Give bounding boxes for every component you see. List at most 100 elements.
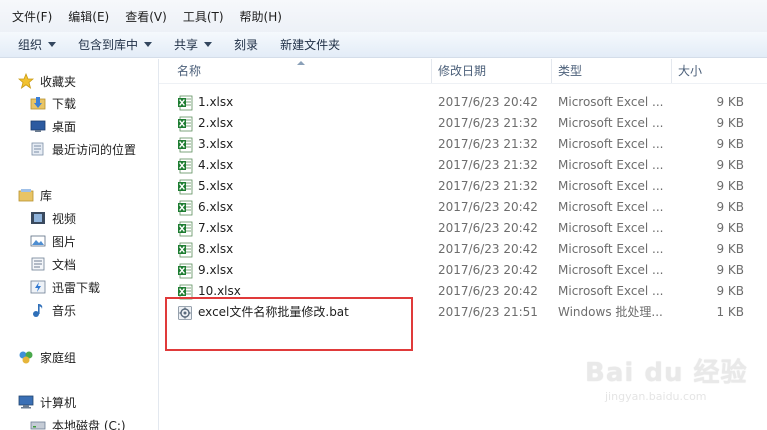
- file-row[interactable]: 7.xlsx 2017/6/23 20:42 Microsoft Excel ...…: [159, 218, 767, 239]
- video-icon: [31, 212, 45, 224]
- nav-local-disk[interactable]: 本地磁盘 (C:): [30, 415, 126, 430]
- file-row[interactable]: 5.xlsx 2017/6/23 21:32 Microsoft Excel ...…: [159, 176, 767, 197]
- documents-icon: [31, 257, 45, 271]
- nav-downloads-label: 下载: [52, 96, 77, 111]
- nav-pictures[interactable]: 图片: [30, 231, 76, 251]
- nav-computer-label: 计算机: [40, 395, 77, 410]
- excel-file-icon: [178, 242, 193, 257]
- menu-tools[interactable]: 工具(T): [175, 8, 232, 25]
- file-name-label: 7.xlsx: [198, 221, 234, 235]
- file-name-label: 3.xlsx: [198, 137, 234, 151]
- file-size-cell: 9 KB: [716, 221, 744, 235]
- new-folder-button[interactable]: 新建文件夹: [272, 36, 348, 53]
- column-header-name[interactable]: 名称: [171, 59, 432, 83]
- file-size-cell: 9 KB: [716, 179, 744, 193]
- column-header-date[interactable]: 修改日期: [432, 59, 552, 83]
- file-type-cell: Windows 批处理...: [558, 305, 663, 319]
- file-name-cell: 9.xlsx: [177, 260, 417, 281]
- file-type-cell: Microsoft Excel ...: [558, 116, 664, 130]
- file-date-cell: 2017/6/23 20:42: [438, 200, 538, 214]
- file-row[interactable]: 1.xlsx 2017/6/23 20:42 Microsoft Excel ...…: [159, 92, 767, 113]
- menu-file[interactable]: 文件(F): [4, 8, 60, 25]
- watermark: Bai du 经验 jingyan.baidu.com: [585, 340, 755, 410]
- file-name-cell: 4.xlsx: [177, 155, 417, 176]
- nav-desktop[interactable]: 桌面: [30, 116, 76, 136]
- nav-favorites-label: 收藏夹: [40, 74, 77, 89]
- nav-pictures-label: 图片: [52, 234, 77, 249]
- file-type-cell: Microsoft Excel ...: [558, 158, 664, 172]
- file-name-label: 1.xlsx: [198, 95, 234, 109]
- file-type-cell: Microsoft Excel ...: [558, 221, 664, 235]
- nav-videos-label: 视频: [52, 211, 77, 226]
- nav-recent[interactable]: 最近访问的位置: [30, 139, 136, 159]
- file-size-cell: 9 KB: [716, 116, 744, 130]
- file-size-cell: 1 KB: [716, 305, 744, 319]
- nav-thunder-downloads[interactable]: 迅雷下载: [30, 277, 100, 297]
- nav-libraries[interactable]: 库: [18, 185, 52, 205]
- organize-button[interactable]: 组织: [10, 36, 64, 53]
- highlight-box: [165, 297, 413, 351]
- file-size-cell: 9 KB: [716, 284, 744, 298]
- nav-homegroup[interactable]: 家庭组: [18, 347, 76, 367]
- share-button[interactable]: 共享: [166, 36, 220, 53]
- include-library-button[interactable]: 包含到库中: [70, 36, 160, 53]
- file-type-cell: Microsoft Excel ...: [558, 95, 664, 109]
- library-icon: [18, 189, 34, 202]
- downloads-folder-icon: [30, 97, 46, 110]
- column-header-size[interactable]: 大小: [672, 59, 752, 83]
- file-size-cell: 9 KB: [716, 263, 744, 277]
- file-type-cell: Microsoft Excel ...: [558, 179, 664, 193]
- nav-music[interactable]: 音乐: [30, 300, 76, 320]
- excel-file-icon: [178, 179, 193, 194]
- new-folder-label: 新建文件夹: [280, 38, 341, 52]
- recent-places-icon: [31, 142, 44, 156]
- file-row[interactable]: 3.xlsx 2017/6/23 21:32 Microsoft Excel ...…: [159, 134, 767, 155]
- file-name-label: 5.xlsx: [198, 179, 234, 193]
- nav-videos[interactable]: 视频: [30, 208, 76, 228]
- file-date-cell: 2017/6/23 21:32: [438, 179, 538, 193]
- file-row[interactable]: 6.xlsx 2017/6/23 20:42 Microsoft Excel ...…: [159, 197, 767, 218]
- menu-edit[interactable]: 编辑(E): [60, 8, 117, 25]
- include-library-label: 包含到库中: [78, 38, 139, 52]
- hard-drive-icon: [30, 421, 46, 430]
- file-name-cell: 1.xlsx: [177, 92, 417, 113]
- file-date-cell: 2017/6/23 21:32: [438, 137, 538, 151]
- excel-file-icon: [178, 263, 193, 278]
- file-row[interactable]: 8.xlsx 2017/6/23 20:42 Microsoft Excel ...…: [159, 239, 767, 260]
- nav-downloads[interactable]: 下载: [30, 93, 76, 113]
- file-size-cell: 9 KB: [716, 137, 744, 151]
- file-date-cell: 2017/6/23 20:42: [438, 263, 538, 277]
- column-header-type[interactable]: 类型: [552, 59, 672, 83]
- file-row[interactable]: 4.xlsx 2017/6/23 21:32 Microsoft Excel ...…: [159, 155, 767, 176]
- nav-documents[interactable]: 文档: [30, 254, 76, 274]
- excel-file-icon: [178, 158, 193, 173]
- file-date-cell: 2017/6/23 21:32: [438, 116, 538, 130]
- thunder-folder-icon: [30, 280, 46, 294]
- chevron-down-icon: [144, 42, 153, 47]
- burn-button[interactable]: 刻录: [226, 36, 266, 53]
- nav-favorites[interactable]: 收藏夹: [18, 71, 76, 91]
- homegroup-icon: [19, 351, 33, 364]
- computer-icon: [18, 395, 34, 409]
- file-size-cell: 9 KB: [716, 200, 744, 214]
- menu-help[interactable]: 帮助(H): [232, 8, 290, 25]
- pictures-icon: [30, 235, 46, 247]
- nav-homegroup-label: 家庭组: [40, 350, 77, 365]
- nav-desktop-label: 桌面: [52, 119, 77, 134]
- nav-music-label: 音乐: [52, 303, 77, 318]
- file-name-cell: 5.xlsx: [177, 176, 417, 197]
- excel-file-icon: [178, 95, 193, 110]
- excel-file-icon: [178, 221, 193, 236]
- excel-file-icon: [178, 137, 193, 152]
- file-row[interactable]: 9.xlsx 2017/6/23 20:42 Microsoft Excel ...…: [159, 260, 767, 281]
- file-name-cell: 7.xlsx: [177, 218, 417, 239]
- menu-view[interactable]: 查看(V): [117, 8, 175, 25]
- navigation-pane: 收藏夹 下载 桌面 最近访问的位置 库 视频 图片 文档 迅雷下载 音乐 家庭组: [0, 59, 159, 430]
- nav-computer[interactable]: 计算机: [18, 392, 76, 412]
- chevron-down-icon: [204, 42, 213, 47]
- file-row[interactable]: 2.xlsx 2017/6/23 21:32 Microsoft Excel ...…: [159, 113, 767, 134]
- file-type-cell: Microsoft Excel ...: [558, 284, 664, 298]
- file-date-cell: 2017/6/23 20:42: [438, 221, 538, 235]
- file-name-label: 6.xlsx: [198, 200, 234, 214]
- nav-documents-label: 文档: [52, 257, 77, 272]
